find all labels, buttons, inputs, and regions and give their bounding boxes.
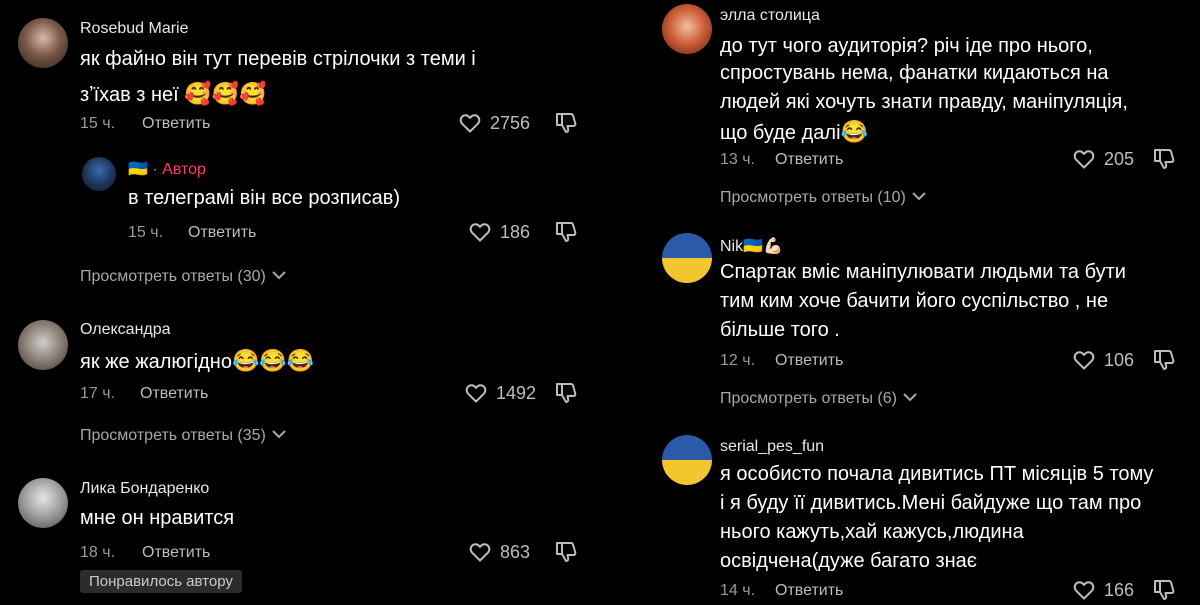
comment-text: освідчена(дуже багато знає (720, 550, 978, 572)
reply-author[interactable]: 🇺🇦 · Автор (128, 159, 206, 179)
comment-time: 14 ч. (720, 582, 756, 599)
comment-text: тим ким хоче бачити його суспільство , н… (720, 290, 1109, 312)
heart-outline-icon (468, 540, 492, 564)
reply-button[interactable]: Ответить (140, 385, 208, 403)
comment-author[interactable]: Лика Бондаренко (80, 480, 209, 498)
chevron-down-icon (912, 192, 926, 201)
like-count: 106 (1104, 349, 1135, 370)
comment-text: спростувань нема, фанатки кидаються на (720, 62, 1109, 84)
heart-outline-icon (1072, 147, 1096, 171)
chevron-down-icon (903, 393, 917, 402)
reply-button[interactable]: Ответить (142, 115, 210, 133)
avatar[interactable] (82, 157, 116, 191)
comment-text: мне он нравится (80, 507, 235, 529)
thumbs-down-icon[interactable] (554, 111, 578, 135)
chevron-down-icon (272, 271, 286, 280)
comment-text: і я буду її дивитись.Мені байдуже що там… (720, 492, 1142, 514)
avatar[interactable] (662, 233, 712, 283)
view-replies-button[interactable]: Просмотреть ответы (30) (80, 268, 286, 286)
reply-button[interactable]: Ответить (775, 352, 843, 370)
view-replies-label: Просмотреть ответы (30) (80, 268, 266, 285)
thumbs-down-icon[interactable] (554, 540, 578, 564)
comment-text: людей які хочуть знати правду, маніпуляц… (720, 91, 1128, 113)
comment-text: нього кажуть,хай кажусь,людина (720, 521, 1024, 543)
like-button[interactable]: 2756 (458, 111, 530, 135)
comments-column-left: Rosebud Marie як файно він тут перевів с… (0, 0, 600, 605)
comment-text: як файно він тут перевів стрілочки з тем… (80, 48, 476, 70)
separator-dot: · (152, 161, 158, 178)
comment-author[interactable]: serial_pes_fun (720, 438, 824, 456)
comment-text: як же жалюгідно😂😂😂 (80, 348, 315, 373)
heart-outline-icon (464, 381, 488, 405)
like-button[interactable]: 863 (468, 540, 530, 564)
like-button[interactable]: 1492 (464, 381, 536, 405)
comment-time: 18 ч. (80, 544, 116, 561)
ukraine-flag-emoji: 🇺🇦 (128, 161, 148, 178)
avatar[interactable] (662, 4, 712, 54)
heart-outline-icon (1072, 348, 1096, 372)
comments-column-right: элла столица до тут чого аудиторія? річ … (640, 0, 1200, 605)
avatar[interactable] (18, 478, 68, 528)
view-replies-button[interactable]: Просмотреть ответы (10) (720, 189, 926, 207)
thumbs-down-icon[interactable] (1152, 147, 1176, 171)
view-replies-label: Просмотреть ответы (10) (720, 189, 906, 206)
avatar[interactable] (18, 18, 68, 68)
chevron-down-icon (272, 430, 286, 439)
view-replies-label: Просмотреть ответы (6) (720, 390, 897, 407)
comment-time: 13 ч. (720, 151, 756, 168)
comment-author[interactable]: Олександра (80, 321, 171, 339)
heart-outline-icon (1072, 578, 1096, 602)
like-count: 166 (1104, 579, 1135, 600)
comment-time: 17 ч. (80, 385, 116, 402)
reply-text: в телеграмі він все розписав) (128, 187, 401, 209)
comment-text: зʼїхав з неї 🥰🥰🥰 (80, 81, 267, 106)
reply-button[interactable]: Ответить (775, 582, 843, 600)
comment-author[interactable]: элла столица (720, 7, 820, 25)
comment-time: 12 ч. (720, 352, 756, 369)
like-button[interactable]: 106 (1072, 348, 1134, 372)
comment-author[interactable]: Nik🇺🇦💪🏻 (720, 236, 783, 256)
liked-by-author-badge: Понравилось автору (80, 570, 242, 593)
reply-button[interactable]: Ответить (775, 151, 843, 169)
comment-text: Спартак вміє маніпулювати людьми та бути (720, 261, 1126, 283)
like-count: 863 (500, 541, 531, 562)
thumbs-down-icon[interactable] (554, 220, 578, 244)
like-count: 186 (500, 221, 531, 242)
comment-time: 15 ч. (128, 224, 164, 241)
thumbs-down-icon[interactable] (1152, 578, 1176, 602)
heart-outline-icon (458, 111, 482, 135)
reply-button[interactable]: Ответить (188, 224, 256, 242)
author-flag-emoji: 🇺🇦💪🏻 (743, 238, 783, 255)
like-button[interactable]: 166 (1072, 578, 1134, 602)
comment-text: я особисто почала дивитись ПТ місяців 5 … (720, 463, 1154, 485)
thumbs-down-icon[interactable] (1152, 348, 1176, 372)
comment-time: 15 ч. (80, 115, 116, 132)
smiling-hearts-emoji: 🥰🥰🥰 (184, 81, 267, 106)
laughing-tears-emoji: 😂 (840, 119, 868, 144)
comment-author[interactable]: Rosebud Marie (80, 20, 189, 38)
reply-button[interactable]: Ответить (142, 544, 210, 562)
heart-outline-icon (468, 220, 492, 244)
view-replies-button[interactable]: Просмотреть ответы (35) (80, 427, 286, 445)
like-button[interactable]: 205 (1072, 147, 1134, 171)
comment-text: що буде далі😂 (720, 119, 868, 144)
laughing-tears-emoji: 😂😂😂 (231, 348, 315, 373)
view-replies-button[interactable]: Просмотреть ответы (6) (720, 390, 917, 408)
like-count: 1492 (496, 382, 537, 403)
like-count: 205 (1104, 148, 1135, 169)
avatar[interactable] (18, 320, 68, 370)
like-count: 2756 (490, 112, 531, 133)
view-replies-label: Просмотреть ответы (35) (80, 427, 266, 444)
avatar[interactable] (662, 435, 712, 485)
like-button[interactable]: 186 (468, 220, 530, 244)
thumbs-down-icon[interactable] (554, 381, 578, 405)
comment-text: більше того . (720, 319, 840, 341)
author-tag: Автор (162, 161, 206, 178)
